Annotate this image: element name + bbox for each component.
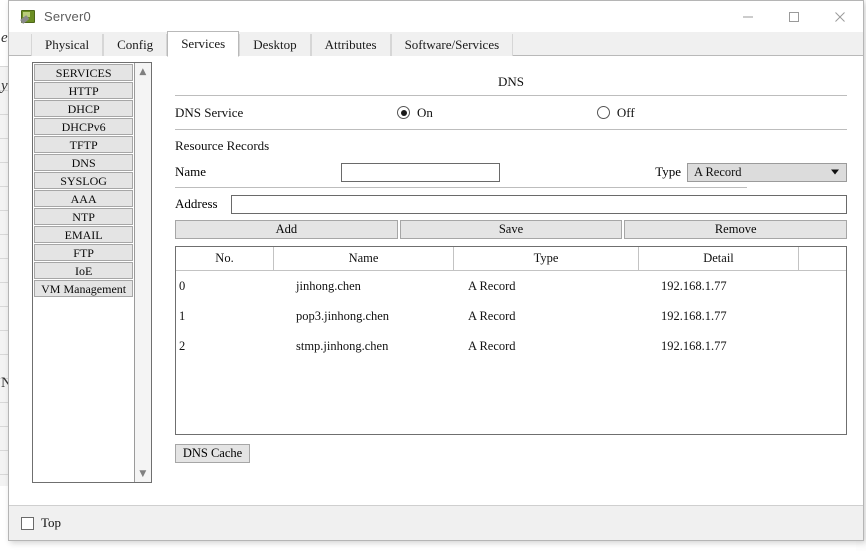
column-header-no: No. xyxy=(176,247,274,270)
sidebar-item-tftp[interactable]: TFTP xyxy=(34,136,134,153)
tab-config[interactable]: Config xyxy=(103,34,168,56)
table-row[interactable]: 2 stmp.jinhong.chen A Record 192.168.1.7… xyxy=(176,331,846,361)
maximize-icon[interactable] xyxy=(771,1,817,32)
cell-spacer xyxy=(799,301,846,331)
radio-off-label: Off xyxy=(616,104,635,120)
dns-cache-button[interactable]: DNS Cache xyxy=(175,444,250,463)
cell-name: stmp.jinhong.chen xyxy=(296,338,389,353)
cell-spacer xyxy=(799,271,846,301)
sidebar-item-ntp[interactable]: NTP xyxy=(34,208,134,225)
sidebar-item-dhcp[interactable]: DHCP xyxy=(34,100,134,117)
table-row[interactable]: 1 pop3.jinhong.chen A Record 192.168.1.7… xyxy=(176,301,846,331)
window-titlebar[interactable]: Server0 xyxy=(9,1,863,32)
cell-detail: 192.168.1.77 xyxy=(661,308,727,323)
background-glyph-y: y xyxy=(1,78,8,94)
save-button[interactable]: Save xyxy=(399,220,623,239)
cell-no: 0 xyxy=(179,278,186,293)
sidebar-item-http[interactable]: HTTP xyxy=(34,82,134,99)
address-label: Address xyxy=(175,196,218,211)
scroll-up-icon[interactable]: ▲ xyxy=(135,64,150,79)
column-header-spacer xyxy=(799,247,846,270)
tab-bar: Physical Config Services Desktop Attribu… xyxy=(9,31,863,57)
tab-physical[interactable]: Physical xyxy=(31,34,104,56)
name-input[interactable] xyxy=(341,162,500,182)
server-window: Server0 Physical Config Services Desktop… xyxy=(8,0,864,541)
dns-service-row: DNS Service On Off xyxy=(175,96,847,129)
window-controls xyxy=(725,1,863,32)
cell-name: jinhong.chen xyxy=(296,278,361,293)
column-header-name: Name xyxy=(274,247,454,270)
services-sidebar: SERVICES HTTP DHCP DHCPv6 TFTP DNS SYSLO… xyxy=(32,62,152,483)
top-checkbox[interactable] xyxy=(21,516,34,530)
cell-type: A Record xyxy=(468,308,516,323)
sidebar-item-ftp[interactable]: FTP xyxy=(34,244,134,261)
sidebar-item-ioe[interactable]: IoE xyxy=(34,262,134,279)
sidebar-item-email[interactable]: EMAIL xyxy=(34,226,134,243)
sidebar-item-aaa[interactable]: AAA xyxy=(34,190,134,207)
cell-name: pop3.jinhong.chen xyxy=(296,308,390,323)
tab-attributes[interactable]: Attributes xyxy=(310,34,391,56)
sidebar-scrollbar[interactable]: ▲ ▼ xyxy=(134,63,151,482)
background-glyph-e: e xyxy=(1,30,8,46)
cell-no: 2 xyxy=(179,338,186,353)
type-select[interactable]: A Record xyxy=(687,162,847,182)
sidebar-item-dhcpv6[interactable]: DHCPv6 xyxy=(34,118,134,135)
top-checkbox-label: Top xyxy=(41,515,62,530)
cell-detail: 192.168.1.77 xyxy=(661,278,727,293)
type-label: Type xyxy=(655,164,681,179)
type-group: Type A Record xyxy=(655,162,847,182)
sidebar-item-dns[interactable]: DNS xyxy=(34,154,134,171)
address-row: Address xyxy=(175,188,847,220)
radio-off-indicator[interactable] xyxy=(596,106,610,119)
sidebar-item-vm-management[interactable]: VM Management xyxy=(34,280,134,297)
radio-on-indicator[interactable] xyxy=(397,106,410,119)
resource-records-label: Resource Records xyxy=(175,138,270,153)
tab-software-services[interactable]: Software/Services xyxy=(390,34,514,56)
sidebar-item-services[interactable]: SERVICES xyxy=(34,64,134,81)
resource-records-table: No. Name Type Detail 0 jinhong.chen A Re… xyxy=(175,246,847,435)
cell-type: A Record xyxy=(468,278,516,293)
services-list: SERVICES HTTP DHCP DHCPv6 TFTP DNS SYSLO… xyxy=(33,63,134,482)
cell-no: 1 xyxy=(179,308,186,323)
cell-type: A Record xyxy=(468,338,516,353)
remove-button[interactable]: Remove xyxy=(624,220,848,239)
window-body: SERVICES HTTP DHCP DHCPv6 TFTP DNS SYSLO… xyxy=(9,56,863,505)
cell-detail: 192.168.1.77 xyxy=(661,338,727,353)
name-row: Name Type A Record xyxy=(175,157,847,187)
minimize-icon[interactable] xyxy=(725,1,771,32)
scroll-down-icon[interactable]: ▼ xyxy=(135,466,150,481)
chevron-down-icon xyxy=(831,169,839,175)
address-input[interactable] xyxy=(231,194,847,214)
cell-spacer xyxy=(799,331,846,361)
window-title: Server0 xyxy=(44,9,91,24)
column-header-detail: Detail xyxy=(639,247,799,270)
tab-desktop[interactable]: Desktop xyxy=(239,34,311,56)
sidebar-item-syslog[interactable]: SYSLOG xyxy=(34,172,134,189)
close-icon[interactable] xyxy=(817,1,863,32)
tab-services[interactable]: Services xyxy=(167,31,240,57)
radio-dns-on[interactable]: On xyxy=(397,105,433,121)
dns-panel: DNS DNS Service On Off Resource Records … xyxy=(175,62,848,491)
table-row[interactable]: 0 jinhong.chen A Record 192.168.1.77 xyxy=(176,271,846,301)
radio-dns-off[interactable]: Off xyxy=(596,104,635,121)
record-action-buttons: Add Save Remove xyxy=(175,220,848,239)
radio-on-label: On xyxy=(417,104,433,120)
column-header-type: Type xyxy=(454,247,639,270)
add-button[interactable]: Add xyxy=(175,220,398,239)
window-footer: Top xyxy=(9,505,863,540)
type-select-value: A Record xyxy=(694,164,742,179)
page-title: DNS xyxy=(497,74,524,89)
dns-service-label: DNS Service xyxy=(175,104,244,120)
server-icon xyxy=(19,9,35,25)
table-header: No. Name Type Detail xyxy=(176,247,846,271)
name-label: Name xyxy=(175,164,207,179)
